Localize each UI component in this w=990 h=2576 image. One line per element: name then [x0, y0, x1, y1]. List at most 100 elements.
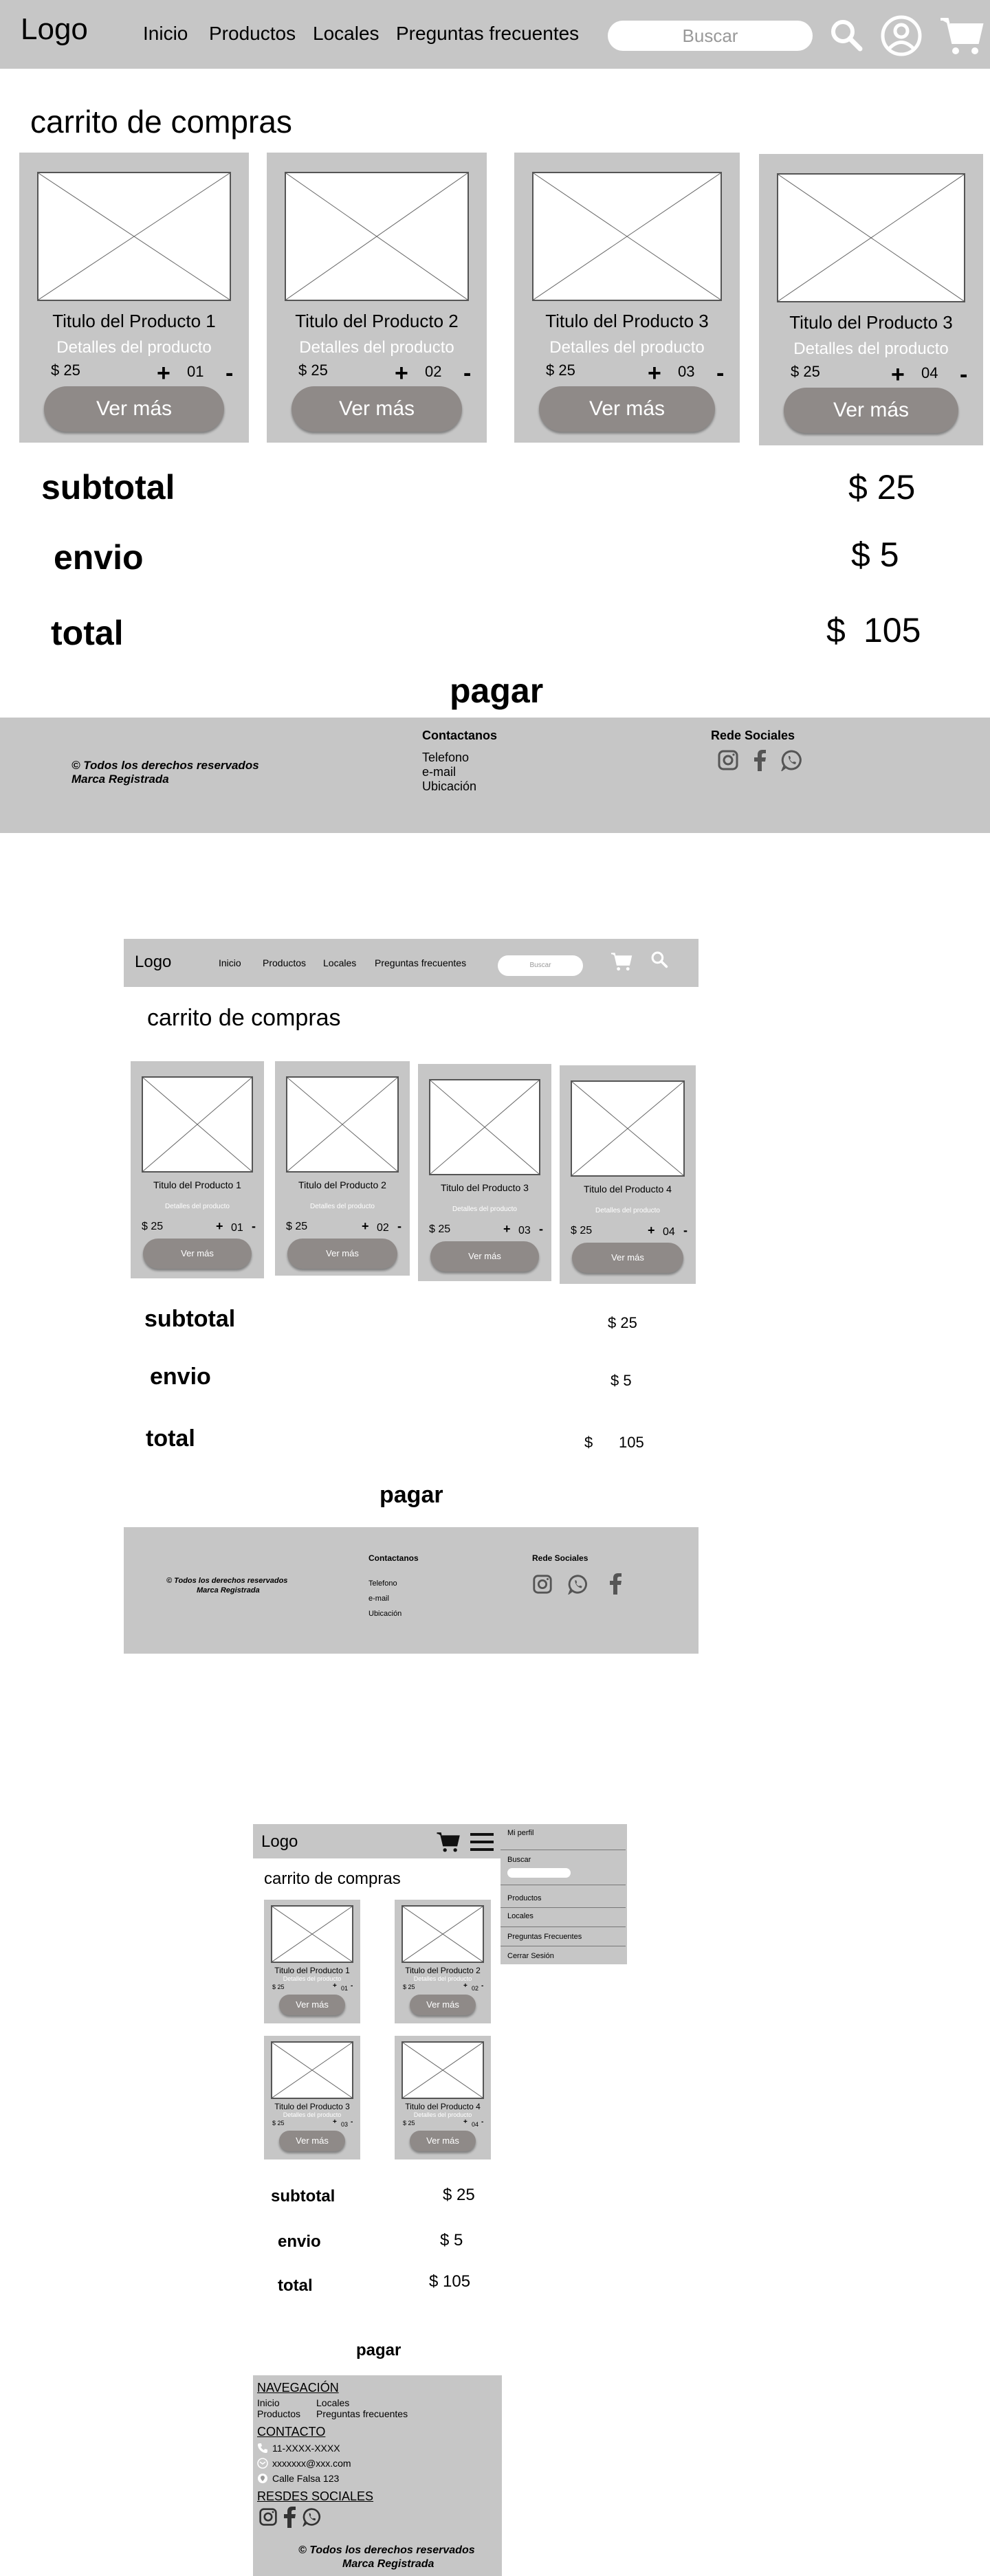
menu-profile[interactable]: Mi perfil: [500, 1824, 626, 1850]
footer-contact-email[interactable]: e-mail: [422, 765, 456, 779]
desktop-qty-value: 02: [425, 363, 442, 380]
instagram-icon[interactable]: [717, 749, 739, 771]
desktop-qty-plus-button[interactable]: +: [157, 360, 170, 387]
tablet-qty-minus-button[interactable]: -: [539, 1222, 543, 1236]
desktop-qty-minus-button[interactable]: -: [716, 360, 724, 387]
phone-icon: [258, 2443, 267, 2453]
mobile-footer-nav-inicio[interactable]: Inicio: [257, 2397, 280, 2408]
mobile-footer-nav-preguntas[interactable]: Preguntas frecuentes: [316, 2408, 408, 2419]
desktop-qty-plus-button[interactable]: +: [648, 360, 661, 387]
tablet-product-details: Detalles del producto: [452, 1206, 517, 1213]
tablet-footer-social-title: Rede Sociales: [532, 1553, 588, 1563]
desktop-ver-mas-button[interactable]: Ver más: [539, 386, 715, 432]
tablet-qty-plus-button[interactable]: +: [503, 1222, 511, 1236]
tablet-footer-email[interactable]: e-mail: [368, 1595, 389, 1603]
whatsapp-icon[interactable]: [781, 749, 803, 771]
desktop-product-image-placeholder: [532, 172, 722, 301]
tablet-ver-mas-button[interactable]: Ver más: [287, 1239, 397, 1269]
mobile-qty-plus-button[interactable]: +: [333, 2118, 337, 2126]
desktop-ver-mas-button[interactable]: Ver más: [44, 386, 224, 432]
tablet-qty-minus-button[interactable]: -: [683, 1223, 688, 1238]
tablet-whatsapp-icon[interactable]: [568, 1574, 588, 1595]
mobile-whatsapp-icon[interactable]: [302, 2507, 322, 2527]
tablet-search-icon[interactable]: [650, 951, 668, 968]
desktop-product-card: Titulo del Producto 1 Detalles del produ…: [19, 153, 249, 443]
tablet-qty-minus-button[interactable]: -: [397, 1219, 402, 1234]
tablet-product-image-placeholder: [571, 1080, 685, 1177]
tablet-qty-plus-button[interactable]: +: [216, 1219, 223, 1234]
logo[interactable]: Logo: [21, 12, 88, 47]
desktop-qty-minus-button[interactable]: -: [960, 362, 967, 388]
mobile-qty-plus-button[interactable]: +: [463, 2118, 468, 2126]
mobile-ver-mas-button[interactable]: Ver más: [279, 2131, 345, 2151]
desktop-ver-mas-button[interactable]: Ver más: [292, 386, 462, 432]
tablet-nav-inicio[interactable]: Inicio: [219, 957, 241, 968]
mobile-qty-minus-button[interactable]: -: [481, 2118, 483, 2126]
nav-productos[interactable]: Productos: [209, 23, 296, 45]
tablet-qty-plus-button[interactable]: +: [362, 1219, 369, 1234]
menu-item-preguntas[interactable]: Preguntas Frecuentes: [500, 1927, 626, 1946]
tablet-nav-productos[interactable]: Productos: [263, 957, 306, 968]
mobile-ver-mas-button[interactable]: Ver más: [279, 1995, 345, 2015]
footer-contact-location[interactable]: Ubicación: [422, 779, 476, 794]
mobile-qty-plus-button[interactable]: +: [463, 1982, 468, 1990]
tablet-qty-minus-button[interactable]: -: [252, 1219, 256, 1234]
mobile-cart-icon[interactable]: [436, 1831, 461, 1853]
hamburger-menu-icon[interactable]: [469, 1831, 495, 1853]
desktop-product-details: Detalles del producto: [793, 340, 949, 358]
tablet-footer-phone[interactable]: Telefono: [368, 1579, 397, 1588]
mobile-footer-nav-productos[interactable]: Productos: [257, 2408, 300, 2419]
tablet-ver-mas-button[interactable]: Ver más: [572, 1243, 683, 1273]
menu-item-locales[interactable]: Locales: [500, 1908, 626, 1927]
tablet-nav-preguntas[interactable]: Preguntas frecuentes: [375, 957, 466, 968]
tablet-search-input[interactable]: Buscar: [498, 955, 583, 976]
mobile-envio-label: envio: [278, 2232, 321, 2251]
tablet-cart-icon[interactable]: [610, 951, 632, 973]
desktop-qty-minus-button[interactable]: -: [226, 360, 233, 387]
mobile-pay-button[interactable]: pagar: [356, 2341, 401, 2360]
footer-contact-phone[interactable]: Telefono: [422, 751, 469, 765]
tablet-qty-plus-button[interactable]: +: [648, 1223, 655, 1238]
search-input[interactable]: Buscar: [608, 21, 813, 51]
mobile-instagram-icon[interactable]: [258, 2507, 278, 2527]
tablet-facebook-icon[interactable]: [608, 1573, 623, 1595]
mobile-facebook-icon[interactable]: [282, 2506, 297, 2528]
mobile-product-price: $ 25: [403, 1984, 415, 1990]
tablet-ver-mas-button[interactable]: Ver más: [430, 1241, 539, 1272]
menu-item-productos[interactable]: Productos: [500, 1890, 626, 1908]
desktop-qty-plus-button[interactable]: +: [891, 362, 905, 388]
nav-preguntas[interactable]: Preguntas frecuentes: [396, 23, 579, 45]
subtotal-value: $ 25: [848, 468, 916, 507]
mobile-qty-minus-button[interactable]: -: [481, 1982, 483, 1990]
pay-button[interactable]: pagar: [450, 671, 543, 711]
mobile-qty-minus-button[interactable]: -: [351, 2118, 353, 2126]
desktop-qty-value: 03: [678, 363, 695, 380]
nav-locales[interactable]: Locales: [313, 23, 380, 45]
mobile-qty-value: 03: [341, 2121, 349, 2128]
tablet-nav-locales[interactable]: Locales: [323, 957, 356, 968]
tablet-logo[interactable]: Logo: [135, 953, 171, 972]
menu-item-cerrar-sesion[interactable]: Cerrar Sesión: [500, 1946, 626, 1964]
mobile-ver-mas-button[interactable]: Ver más: [410, 1995, 476, 2015]
mobile-product-image-placeholder: [402, 1905, 484, 1963]
desktop-qty-plus-button[interactable]: +: [395, 360, 408, 387]
cart-icon[interactable]: [939, 15, 984, 56]
mobile-ver-mas-button[interactable]: Ver más: [410, 2131, 476, 2151]
mobile-qty-plus-button[interactable]: +: [333, 1982, 337, 1990]
menu-search-input[interactable]: [507, 1868, 571, 1878]
desktop-ver-mas-button[interactable]: Ver más: [784, 388, 958, 433]
nav-inicio[interactable]: Inicio: [143, 23, 188, 45]
total-currency: $: [826, 611, 846, 649]
tablet-footer-location[interactable]: Ubicación: [368, 1610, 402, 1618]
tablet-pay-button[interactable]: pagar: [380, 1482, 443, 1509]
desktop-qty-minus-button[interactable]: -: [463, 360, 471, 387]
desktop-product-image-placeholder: [37, 172, 231, 301]
mobile-footer-nav-locales[interactable]: Locales: [316, 2397, 349, 2408]
facebook-icon[interactable]: [752, 749, 767, 771]
search-icon[interactable]: [829, 18, 864, 52]
mobile-qty-minus-button[interactable]: -: [351, 1982, 353, 1990]
mobile-logo[interactable]: Logo: [261, 1832, 298, 1852]
tablet-ver-mas-button[interactable]: Ver más: [143, 1239, 252, 1269]
user-profile-icon[interactable]: [880, 14, 923, 57]
tablet-instagram-icon[interactable]: [532, 1574, 553, 1595]
